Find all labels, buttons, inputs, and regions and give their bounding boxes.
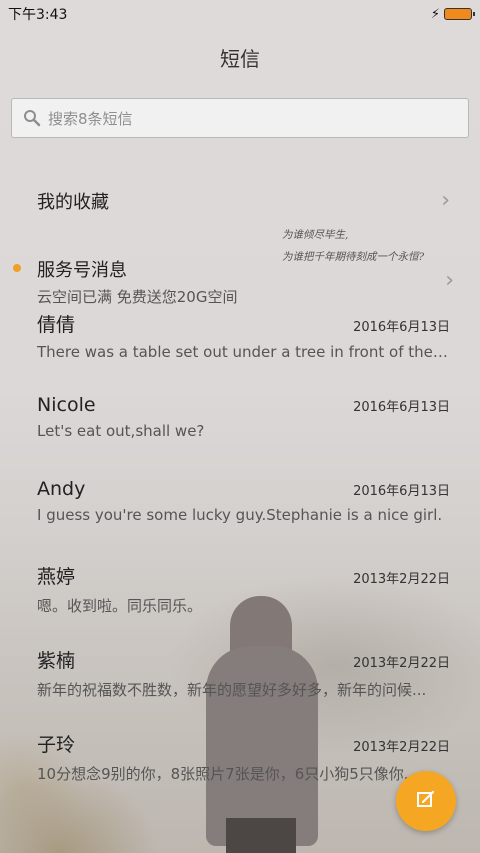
message-date: 2016年6月13日 [353, 484, 450, 499]
message-preview: 嗯。收到啦。同乐同乐。 [37, 597, 203, 615]
message-date: 2016年6月13日 [353, 320, 450, 335]
status-bar: 下午3:43 ⚡ [0, 0, 480, 28]
conversation-row[interactable]: Nicole 2016年6月13日 Let's eat out,shall we… [0, 390, 480, 474]
message-date: 2013年2月22日 [353, 656, 450, 671]
chevron-right-icon: › [441, 188, 450, 213]
contact-name: Nicole [37, 394, 96, 416]
search-icon [22, 108, 42, 128]
wallpaper-quote: 为谁倾尽毕生, 为谁把千年期待刻成一个永恒? [282, 224, 462, 268]
conversation-row[interactable]: 紫楠 2013年2月22日 新年的祝福数不胜数，新年的愿望好多好多，新年的问候.… [0, 642, 480, 726]
message-date: 2016年6月13日 [353, 400, 450, 415]
conversation-row[interactable]: 燕婷 2013年2月22日 嗯。收到啦。同乐同乐。 [0, 558, 480, 642]
compose-icon [415, 788, 437, 814]
battery-icon [444, 8, 475, 20]
message-date: 2013年2月22日 [353, 740, 450, 755]
contact-name: 子玲 [37, 734, 76, 756]
contact-name: 燕婷 [37, 566, 76, 588]
compose-button[interactable] [396, 771, 456, 831]
status-time: 下午3:43 [8, 7, 68, 23]
message-preview: There was a table set out under a tree i… [37, 343, 450, 361]
chevron-right-icon: › [445, 268, 454, 293]
search-input[interactable]: 搜索8条短信 [11, 98, 469, 138]
message-preview: 10分想念9别的你，8张照片7张是你，6只小狗5只像你... [37, 765, 419, 783]
contact-name: Andy [37, 478, 86, 500]
message-preview: 新年的祝福数不胜数，新年的愿望好多好多，新年的问候... [37, 681, 427, 699]
header: 短信 [0, 28, 480, 86]
message-preview: I guess you're some lucky guy.Stephanie … [37, 506, 443, 524]
message-date: 2013年2月22日 [353, 572, 450, 587]
page-title: 短信 [220, 46, 260, 71]
conversation-row[interactable]: Andy 2016年6月13日 I guess you're some luck… [0, 474, 480, 558]
conversation-row[interactable]: 倩倩 2016年6月13日 There was a table set out … [0, 306, 480, 390]
unread-dot-icon [13, 264, 21, 272]
charging-icon: ⚡ [430, 6, 440, 22]
favorites-label: 我的收藏 [37, 192, 109, 213]
search-placeholder: 搜索8条短信 [48, 109, 133, 128]
contact-name: 倩倩 [37, 314, 76, 336]
service-subtitle: 云空间已满 免费送您20G空间 [37, 288, 238, 306]
quote-line: 为谁把千年期待刻成一个永恒? [282, 251, 425, 263]
contact-name: 紫楠 [37, 650, 76, 672]
quote-line: 为谁倾尽毕生, [282, 229, 349, 241]
message-preview: Let's eat out,shall we? [37, 422, 205, 440]
